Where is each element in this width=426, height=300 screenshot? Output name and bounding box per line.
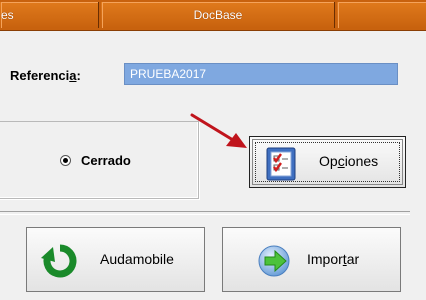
horizontal-separator	[0, 211, 410, 215]
refresh-icon	[41, 244, 77, 278]
importar-button-label: Importar	[307, 251, 359, 267]
import-arrow-icon	[258, 245, 290, 277]
audamobile-button[interactable]: Audamobile	[26, 227, 205, 292]
audamobile-button-label: Audamobile	[100, 251, 174, 267]
importar-label-pre: Impor	[307, 251, 343, 267]
importar-button[interactable]: Importar	[222, 227, 401, 292]
importar-label-post: ar	[346, 251, 360, 267]
